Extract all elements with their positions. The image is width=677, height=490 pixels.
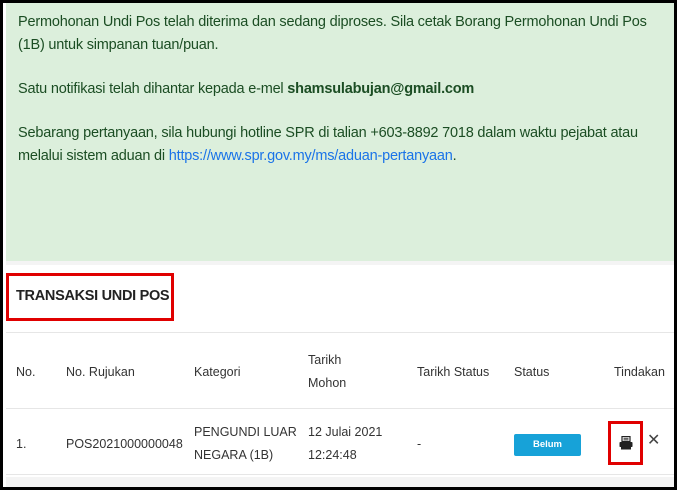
print-icon[interactable] — [619, 435, 633, 450]
notice-email: shamsulabujan@gmail.com — [287, 81, 475, 97]
header-tarikh-status: Tarikh Status — [417, 365, 490, 379]
status-badge: Belum diproses — [514, 434, 581, 472]
header-status: Status — [514, 365, 550, 379]
section-title: TRANSAKSI UNDI POS — [16, 288, 170, 304]
notice-email-prefix: Satu notifikasi telah dihantar kepada e-… — [18, 81, 288, 97]
notice-contact-suffix: . — [452, 148, 457, 164]
row-rujukan: POS2021000000048 — [66, 437, 183, 451]
header-divider — [6, 408, 674, 409]
notice-message: Permohonan Undi Pos telah diterima dan s… — [18, 14, 647, 53]
close-icon[interactable]: ✕ — [647, 433, 660, 449]
header-tarikh-mohon-line2: Mohon — [308, 376, 347, 390]
header-rujukan: No. Rujukan — [66, 365, 135, 379]
transaction-section: TRANSAKSI UNDI POS No. No. Rujukan Kateg… — [6, 265, 674, 485]
header-no: No. — [16, 365, 36, 379]
bottom-strip — [6, 477, 674, 487]
title-divider — [6, 332, 674, 333]
header-tindakan: Tindakan — [614, 365, 665, 379]
page-frame: Permohonan Undi Pos telah diterima dan s… — [0, 0, 677, 490]
row-kategori-line1: PENGUNDI LUAR — [194, 425, 297, 439]
row-tarikh-status: - — [417, 437, 422, 451]
header-kategori: Kategori — [194, 365, 241, 379]
notice-contact-line: Sebarang pertanyaan, sila hubungi hotlin… — [18, 122, 660, 168]
row-divider — [6, 474, 674, 475]
row-tarikh-line2: 12:24:48 — [308, 448, 357, 462]
row-tarikh-line1: 12 Julai 2021 — [308, 425, 383, 439]
success-notice: Permohonan Undi Pos telah diterima dan s… — [6, 3, 674, 261]
row-kategori-line2: NEGARA (1B) — [194, 448, 274, 462]
notice-email-line: Satu notifikasi telah dihantar kepada e-… — [18, 78, 660, 101]
header-tarikh-mohon-line1: Tarikh — [308, 353, 342, 367]
complaint-link[interactable]: https://www.spr.gov.my/ms/aduan-pertanya… — [169, 148, 453, 164]
row-no: 1. — [16, 437, 27, 451]
